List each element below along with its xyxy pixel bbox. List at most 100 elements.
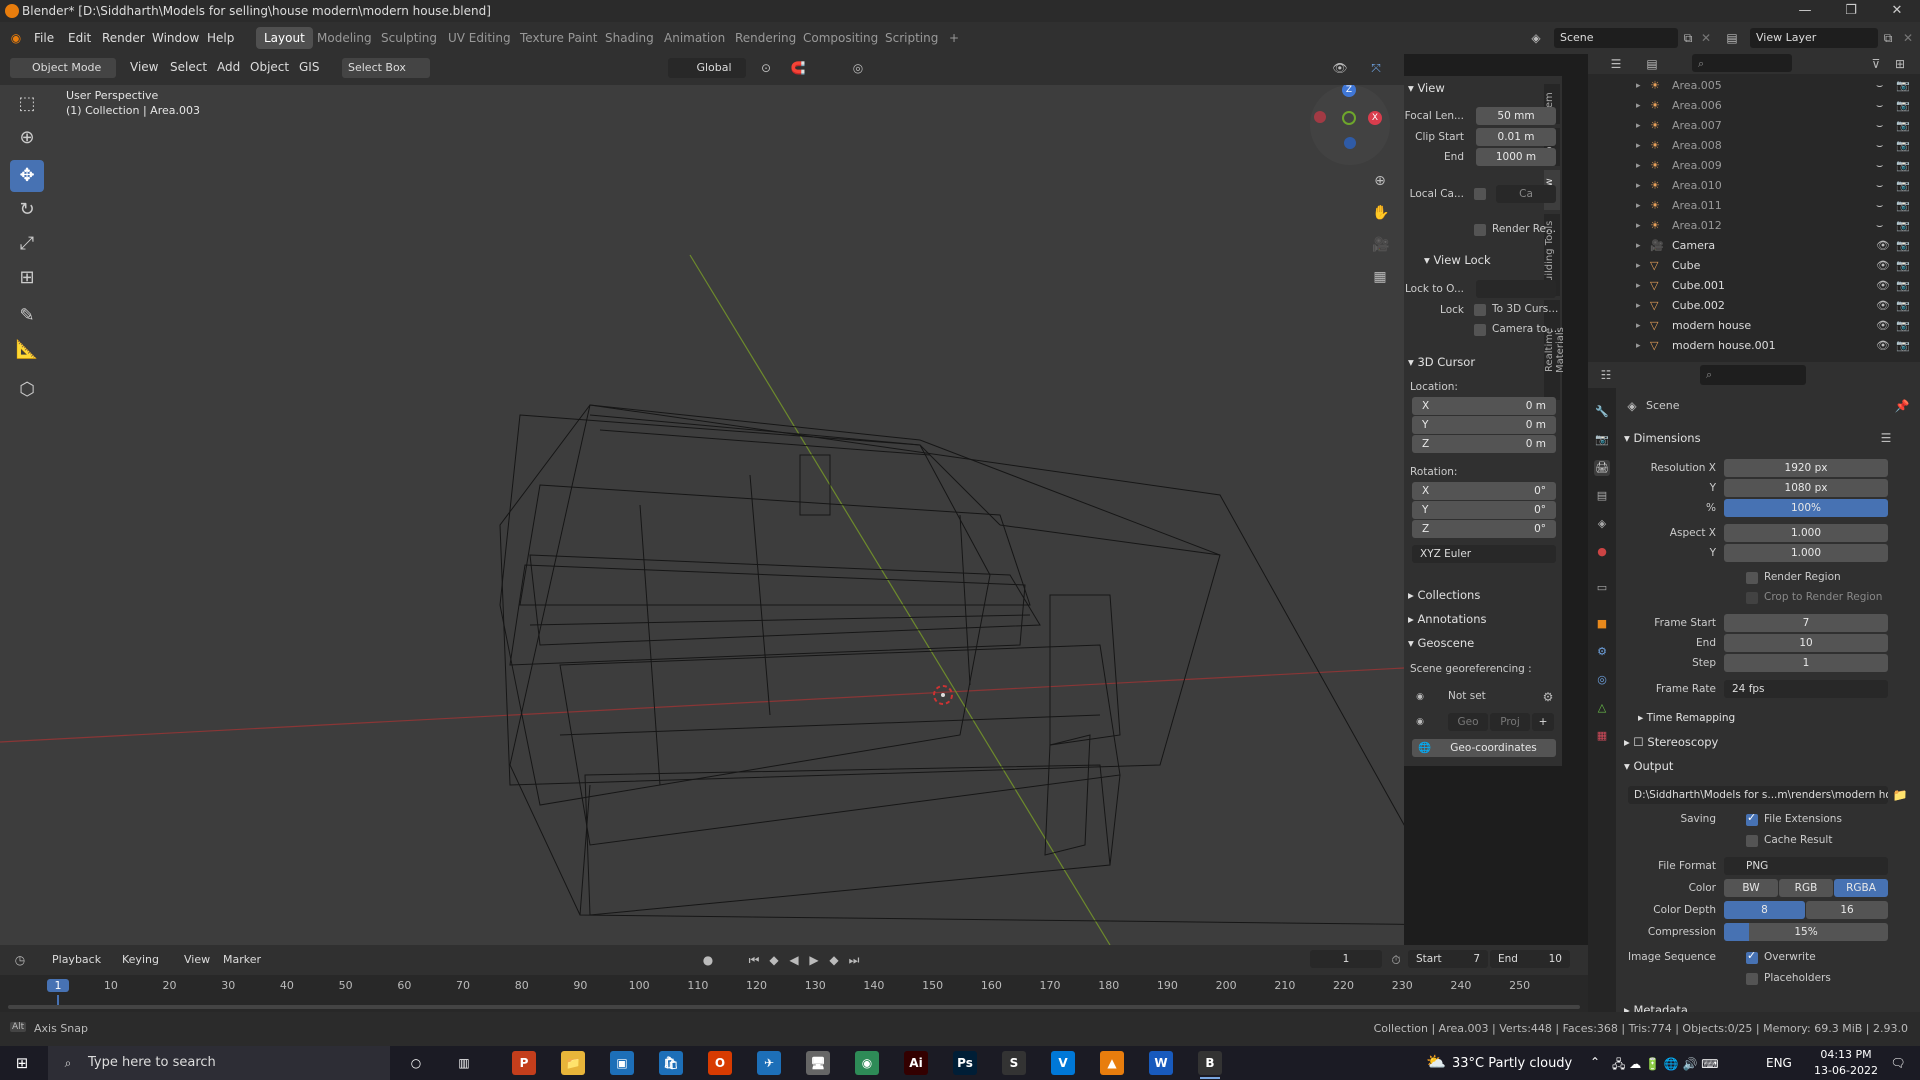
- visibility-icon[interactable]: 👁: [1332, 60, 1348, 76]
- menu-file[interactable]: File: [34, 22, 54, 54]
- render-camera-icon[interactable]: 📷: [1896, 296, 1910, 316]
- tab-realtime-materials[interactable]: Realtime Materials: [1544, 300, 1566, 400]
- outliner-item-name[interactable]: Area.010: [1672, 176, 1722, 196]
- outliner-row[interactable]: ▸ ▽ Cube 👁 📷: [1588, 256, 1920, 276]
- frame-step-field[interactable]: 1: [1724, 654, 1888, 672]
- file-format-dropdown[interactable]: PNG: [1724, 857, 1888, 875]
- visibility-eye-icon[interactable]: 👁: [1876, 276, 1890, 296]
- view-lock-header[interactable]: ▾ View Lock: [1424, 250, 1491, 270]
- frame-start-field[interactable]: 7: [1724, 614, 1888, 632]
- clock-time[interactable]: 04:13 PM: [1810, 1048, 1882, 1061]
- word-icon[interactable]: W: [1149, 1051, 1173, 1075]
- compression-slider[interactable]: 15%: [1724, 923, 1888, 941]
- view-layer-icon[interactable]: ▤: [1724, 30, 1740, 46]
- weather-icon[interactable]: ⛅: [1426, 1052, 1446, 1071]
- visibility-eye-icon[interactable]: ⌣: [1876, 176, 1883, 196]
- outliner-item-name[interactable]: Area.009: [1672, 156, 1722, 176]
- new-collection-icon[interactable]: ⊞: [1892, 56, 1908, 72]
- task-view-icon[interactable]: ▥: [456, 1055, 472, 1071]
- outliner-row[interactable]: ▸ ▽ Cube.002 👁 📷: [1588, 296, 1920, 316]
- move-tool-icon[interactable]: ✥: [10, 160, 44, 192]
- start-frame-field[interactable]: Start 7: [1408, 950, 1488, 968]
- outliner-item-name[interactable]: Area.011: [1672, 196, 1722, 216]
- depth-16-button[interactable]: 16: [1806, 901, 1888, 919]
- menu-help[interactable]: Help: [207, 22, 234, 54]
- navigation-gizmo[interactable]: Z X: [1310, 85, 1390, 165]
- photos-icon[interactable]: ▣: [610, 1051, 634, 1075]
- camera-to-view-checkbox[interactable]: [1474, 324, 1486, 336]
- render-camera-icon[interactable]: 📷: [1896, 336, 1910, 356]
- prev-keyframe-icon[interactable]: ◆: [766, 952, 782, 968]
- 3d-cursor-header[interactable]: ▾ 3D Cursor: [1408, 352, 1475, 372]
- play-reverse-icon[interactable]: ◀: [786, 952, 802, 968]
- outliner-row[interactable]: ▸ ☀ Area.008 ⌣ 📷: [1588, 136, 1920, 156]
- language-indicator[interactable]: ENG: [1766, 1056, 1792, 1070]
- windows-start-icon[interactable]: ⊞: [14, 1055, 30, 1071]
- color-bw-button[interactable]: BW: [1724, 879, 1778, 897]
- file-extensions-checkbox[interactable]: [1746, 811, 1758, 826]
- select-tool-icon[interactable]: ⬚: [10, 88, 44, 120]
- physics-tab-icon[interactable]: ◎: [1594, 672, 1610, 688]
- record-icon[interactable]: ●: [700, 952, 716, 968]
- cursor-rotation-x-field[interactable]: X 0°: [1412, 482, 1556, 500]
- view-section-header[interactable]: ▾ View: [1408, 78, 1445, 98]
- render-camera-icon[interactable]: 📷: [1896, 176, 1910, 196]
- expand-arrow-icon[interactable]: ▸: [1636, 316, 1641, 336]
- outliner-item-name[interactable]: Area.012: [1672, 216, 1722, 236]
- cortana-icon[interactable]: ○: [408, 1055, 424, 1071]
- cursor-location-y-field[interactable]: Y0 m: [1412, 416, 1556, 434]
- 3d-viewport[interactable]: User Perspective (1) Collection | Area.0…: [0, 85, 1404, 945]
- gizmo-icon[interactable]: ⤧: [1368, 60, 1384, 76]
- expand-arrow-icon[interactable]: ▸: [1636, 336, 1641, 356]
- outliner-row[interactable]: ▸ ☀ Area.009 ⌣ 📷: [1588, 156, 1920, 176]
- aspect-y-field[interactable]: 1.000: [1724, 544, 1888, 562]
- proj-button[interactable]: Proj: [1490, 713, 1530, 731]
- filter-dropdown-icon[interactable]: ▤: [1644, 56, 1660, 72]
- outliner-item-name[interactable]: Cube: [1672, 256, 1700, 276]
- visibility-eye-icon[interactable]: ⌣: [1876, 156, 1883, 176]
- local-camera-checkbox[interactable]: [1474, 188, 1486, 200]
- outliner-search-input[interactable]: ⌕: [1692, 54, 1792, 72]
- office-icon[interactable]: O: [708, 1051, 732, 1075]
- render-camera-icon[interactable]: 📷: [1896, 236, 1910, 256]
- render-camera-icon[interactable]: 📷: [1896, 96, 1910, 116]
- outliner-item-name[interactable]: modern house.001: [1672, 336, 1776, 356]
- tab-scripting[interactable]: Scripting: [877, 27, 946, 49]
- output-header[interactable]: ▾ Output: [1624, 756, 1673, 776]
- send-icon[interactable]: ✈: [757, 1051, 781, 1075]
- object-tab-icon[interactable]: ■: [1594, 616, 1610, 632]
- menu-marker[interactable]: Marker: [223, 945, 261, 977]
- vlc-icon[interactable]: ▲: [1100, 1051, 1124, 1075]
- folder-icon[interactable]: 📁: [1892, 787, 1908, 803]
- data-tab-icon[interactable]: △: [1594, 700, 1610, 716]
- new-scene-icon[interactable]: ⧉: [1680, 30, 1696, 46]
- editor-type-icon[interactable]: ☷: [1598, 367, 1614, 383]
- collection-tab-icon[interactable]: ▭: [1594, 580, 1610, 596]
- pivot-icon[interactable]: ⊙: [758, 60, 774, 76]
- visibility-eye-icon[interactable]: 👁: [1876, 336, 1890, 356]
- axis-y-icon[interactable]: [1342, 111, 1356, 125]
- visibility-eye-icon[interactable]: ⌣: [1876, 196, 1883, 216]
- rotate-tool-icon[interactable]: ↻: [10, 194, 44, 226]
- crop-region-checkbox[interactable]: [1746, 592, 1758, 604]
- blender-taskbar-icon[interactable]: B: [1198, 1051, 1222, 1075]
- tab-uv-editing[interactable]: UV Editing: [440, 27, 519, 49]
- ortho-grid-icon[interactable]: ▦: [1372, 269, 1388, 285]
- visibility-eye-icon[interactable]: ⌣: [1876, 216, 1883, 236]
- add-cube-tool-icon[interactable]: ⬡: [10, 374, 44, 406]
- frame-rate-dropdown[interactable]: 24 fps: [1724, 680, 1888, 698]
- tab-animation[interactable]: Animation: [656, 27, 733, 49]
- tab-compositing[interactable]: Compositing: [795, 27, 886, 49]
- timeline-track[interactable]: 1 10 20 30 40 50 60 70 80 90 100 110 120 130 140 150 160…: [0, 975, 1588, 1012]
- play-icon[interactable]: ▶: [806, 952, 822, 968]
- render-camera-icon[interactable]: 📷: [1896, 76, 1910, 96]
- expand-arrow-icon[interactable]: ▸: [1636, 116, 1641, 136]
- expand-arrow-icon[interactable]: ▸: [1636, 76, 1641, 96]
- scene-icon[interactable]: ◈: [1528, 30, 1544, 46]
- camera-view-icon[interactable]: 🎥: [1372, 237, 1389, 253]
- cache-result-checkbox[interactable]: [1746, 835, 1758, 847]
- pan-hand-icon[interactable]: ✋: [1372, 205, 1389, 221]
- annotations-header[interactable]: ▸ Annotations: [1408, 609, 1487, 629]
- blender-menu-icon[interactable]: ◉: [8, 30, 24, 46]
- measure-tool-icon[interactable]: 📐: [10, 334, 44, 366]
